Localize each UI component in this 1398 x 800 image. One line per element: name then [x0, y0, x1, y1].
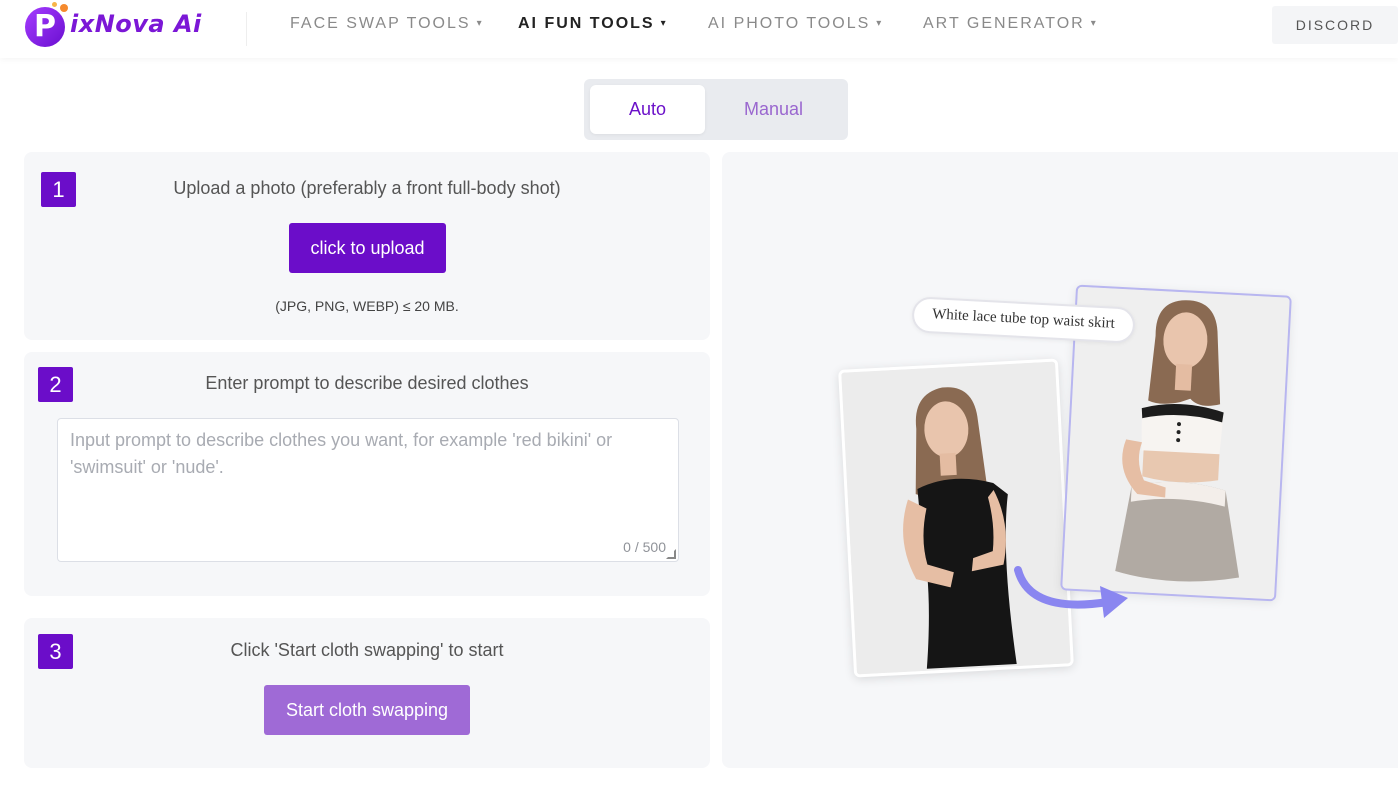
example-preview-panel: White lace tube top waist skirt [722, 152, 1398, 768]
before-example-photo [838, 358, 1074, 678]
logo-text: ixNova Ai [70, 10, 202, 38]
nav-art-generator[interactable]: ART GENERATOR ▾ [923, 15, 1098, 33]
prompt-textarea[interactable] [58, 419, 678, 561]
chevron-down-icon: ▾ [876, 18, 884, 30]
chevron-down-icon: ▾ [1090, 18, 1098, 30]
nav-label: AI PHOTO TOOLS [708, 15, 871, 32]
step-prompt-card: 2 Enter prompt to describe desired cloth… [24, 352, 710, 596]
upload-button[interactable]: click to upload [289, 223, 446, 273]
nav-label: ART GENERATOR [923, 15, 1085, 32]
nav-label: AI FUN TOOLS [518, 15, 655, 32]
step-title: Click 'Start cloth swapping' to start [230, 640, 504, 660]
discord-button[interactable]: DISCORD [1272, 6, 1398, 44]
auto-mode-tab[interactable]: Auto [590, 85, 705, 134]
top-navbar: P ixNova Ai FACE SWAP TOOLS ▾ AI FUN TOOL… [0, 0, 1398, 58]
logo-spark-icon [60, 4, 68, 12]
logo-badge: P [25, 7, 65, 47]
nav-face-swap-tools[interactable]: FACE SWAP TOOLS ▾ [290, 15, 484, 33]
header-divider [246, 12, 247, 46]
start-cloth-swapping-button[interactable]: Start cloth swapping [264, 685, 470, 735]
chevron-down-icon: ▾ [476, 18, 484, 30]
swap-arrow-icon [1014, 566, 1128, 618]
step-start-card: 3 Click 'Start cloth swapping' to start … [24, 618, 710, 768]
before-model-illustration [841, 361, 1071, 675]
pixnova-logo[interactable]: P ixNova Ai [22, 2, 212, 50]
chevron-down-icon: ▾ [660, 18, 668, 30]
file-format-hint: (JPG, PNG, WEBP) ≤ 20 MB. [275, 298, 459, 314]
nav-ai-photo-tools[interactable]: AI PHOTO TOOLS ▾ [708, 15, 883, 33]
prompt-input-box: 0 / 500 [57, 418, 679, 562]
nav-label: FACE SWAP TOOLS [290, 15, 471, 32]
manual-mode-tab[interactable]: Manual [716, 85, 831, 134]
mode-toggle: Auto Manual [584, 79, 848, 140]
step-title: Upload a photo (preferably a front full-… [173, 178, 561, 198]
step-upload-card: 1 Upload a photo (preferably a front ful… [24, 152, 710, 340]
char-counter: 0 / 500 [623, 539, 666, 555]
step-title: Enter prompt to describe desired clothes [205, 373, 529, 393]
nav-ai-fun-tools[interactable]: AI FUN TOOLS ▾ [518, 15, 668, 33]
logo-spark-icon [52, 2, 57, 7]
